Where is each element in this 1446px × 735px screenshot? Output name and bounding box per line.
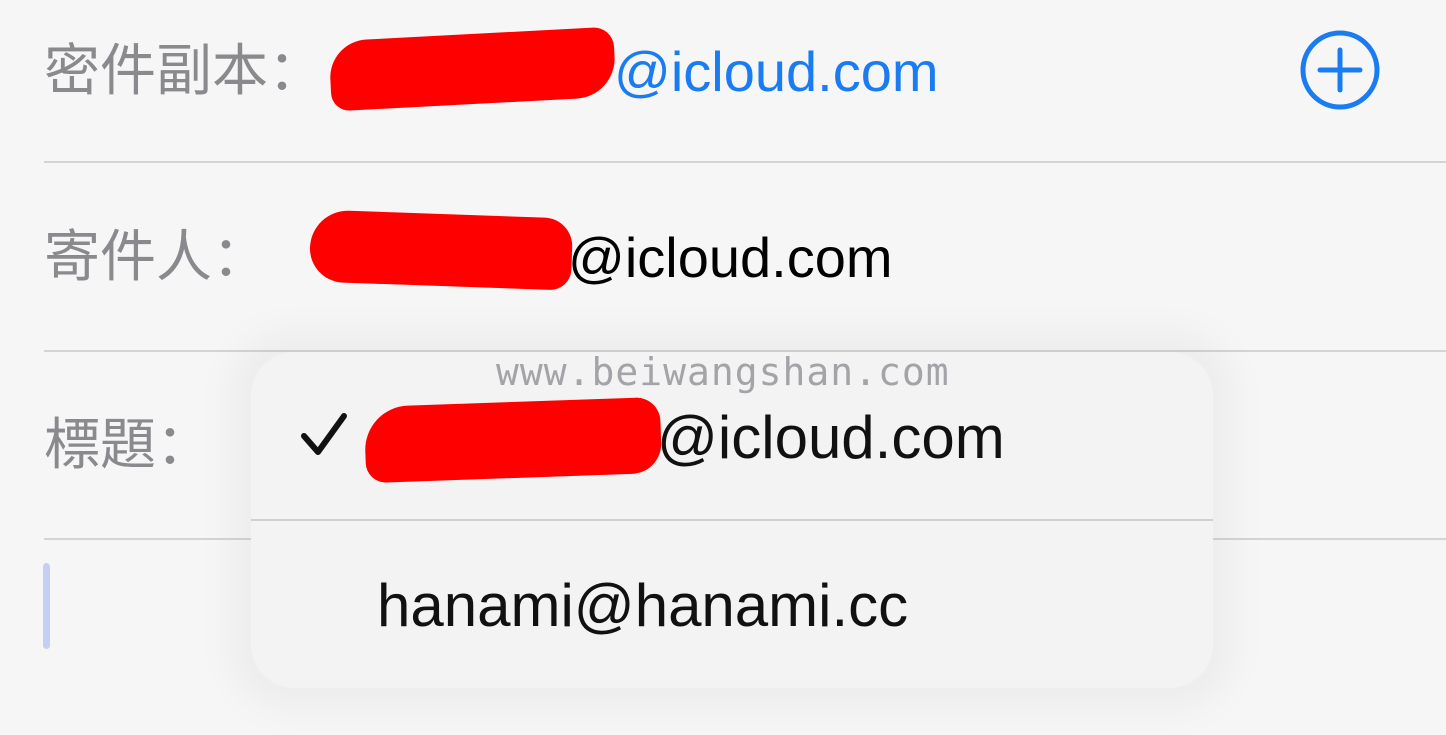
row-divider: [44, 161, 1446, 163]
from-address[interactable]: @icloud.com: [568, 230, 893, 286]
redaction-mark: [328, 26, 617, 112]
redaction-mark: [363, 396, 663, 484]
sender-option-icloud[interactable]: @icloud.com: [657, 408, 1005, 468]
subject-label: 標題：: [44, 413, 212, 478]
bcc-label: 密件副本：: [44, 39, 324, 104]
redaction-mark: [308, 209, 574, 291]
menu-divider: [251, 519, 1213, 521]
sender-option-hanami[interactable]: hanami@hanami.cc: [377, 576, 908, 636]
text-cursor: [43, 563, 50, 649]
watermark: www.beiwangshan.com: [496, 350, 950, 394]
sender-popup-menu: @icloud.com hanami@hanami.cc: [251, 352, 1213, 688]
bcc-address[interactable]: @icloud.com: [614, 44, 939, 100]
plus-circle-icon[interactable]: [1298, 28, 1382, 112]
from-label: 寄件人：: [44, 225, 268, 290]
checkmark-icon: [301, 413, 347, 455]
